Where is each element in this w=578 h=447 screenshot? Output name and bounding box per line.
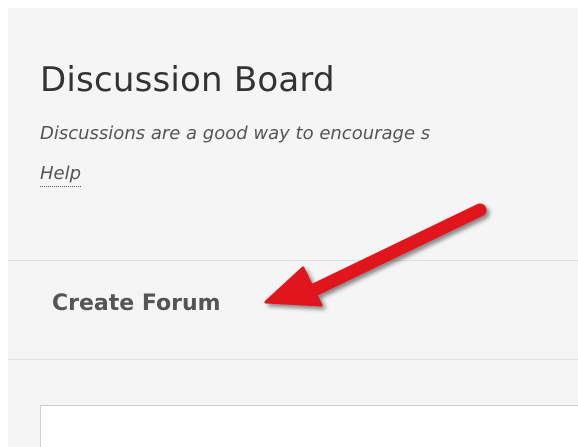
help-link[interactable]: Help — [40, 162, 82, 187]
create-forum-button[interactable]: Create Forum — [52, 291, 221, 316]
forum-list-container — [40, 405, 578, 447]
action-bar: Create Forum — [8, 260, 578, 360]
page-title: Discussion Board — [40, 60, 335, 100]
page-description: Discussions are a good way to encourage … — [40, 123, 431, 144]
discussion-board-panel: Discussion Board Discussions are a good … — [8, 8, 578, 447]
